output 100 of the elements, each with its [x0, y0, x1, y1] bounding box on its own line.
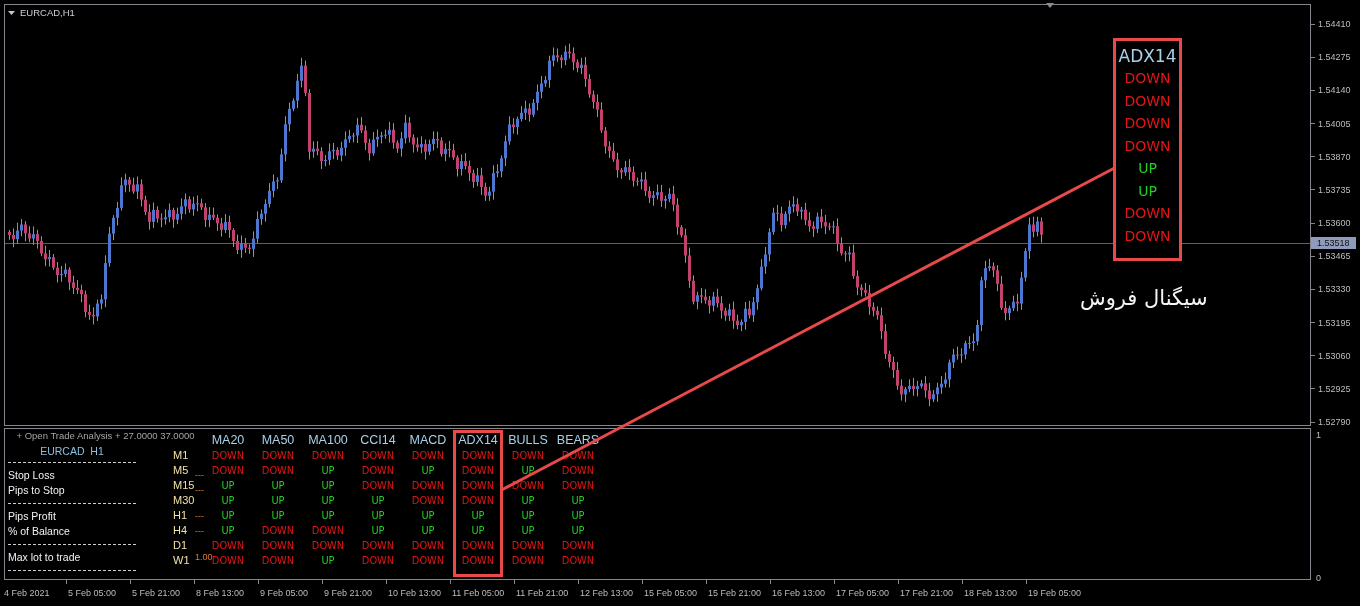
- timeframe-label: M30: [173, 494, 195, 507]
- signal-cell: DOWN: [261, 464, 295, 477]
- signal-cell: DOWN: [261, 539, 295, 552]
- signal-cell: DOWN: [411, 554, 445, 567]
- signal-value: DOWN: [1124, 204, 1171, 223]
- signal-cell: DOWN: [411, 539, 445, 552]
- signal-cell: DOWN: [461, 554, 495, 567]
- field-label: Stop Loss: [8, 469, 55, 482]
- signal-cell: DOWN: [361, 479, 395, 492]
- signal-value: DOWN: [1124, 226, 1171, 246]
- signal-value: DOWN: [1124, 69, 1171, 88]
- signal-cell: DOWN: [561, 464, 595, 477]
- signal-cell: DOWN: [311, 524, 345, 537]
- signal-cell: DOWN: [461, 449, 495, 462]
- signal-cell: UP: [471, 524, 485, 537]
- signal-caption: سیگنال فروش: [1080, 285, 1208, 312]
- time-axis-label: 15 Feb 05:00: [644, 587, 698, 599]
- signal-cell: DOWN: [361, 464, 395, 477]
- signal-cell: DOWN: [511, 539, 545, 552]
- signal-cell: DOWN: [361, 554, 395, 567]
- timeframe-label: D1: [173, 539, 188, 552]
- field-label: % of Balance: [8, 525, 70, 538]
- time-axis-label: 8 Feb 13:00: [196, 587, 245, 599]
- signal-cell: DOWN: [211, 539, 245, 552]
- time-axis-label: 15 Feb 21:00: [708, 587, 762, 599]
- signal-cell: DOWN: [411, 479, 445, 492]
- signal-cell: UP: [421, 464, 435, 477]
- column-header: MA20: [211, 433, 245, 447]
- price-axis-label: 1.53735: [1318, 183, 1351, 196]
- signal-cell: UP: [271, 494, 285, 507]
- signal-cell: UP: [521, 524, 535, 537]
- signal-cell: DOWN: [211, 464, 245, 477]
- signal-value: DOWN: [1124, 114, 1171, 133]
- time-axis-label: 4 Feb 2021: [4, 587, 50, 599]
- signal-cell: DOWN: [261, 449, 295, 462]
- current-price-label: 1.53518: [1311, 237, 1356, 250]
- signal-cell: UP: [521, 494, 535, 507]
- timeframe-label: H4: [173, 524, 188, 537]
- signal-cell: UP: [521, 464, 535, 477]
- column-header: MACD: [409, 433, 447, 447]
- signal-cell: UP: [321, 479, 335, 492]
- signal-cell: DOWN: [511, 449, 545, 462]
- field-label: Pips Profit: [8, 510, 56, 523]
- time-axis-label: 10 Feb 13:00: [388, 587, 442, 599]
- time-axis-label: 17 Feb 21:00: [900, 587, 954, 599]
- timeframe-label: H1: [173, 509, 188, 522]
- indicator-axis-label: 1: [1316, 429, 1321, 441]
- column-header: BULLS: [508, 433, 548, 447]
- signal-cell: UP: [321, 554, 335, 567]
- signal-cell: UP: [221, 494, 235, 507]
- signal-cell: UP: [221, 479, 235, 492]
- timeframe-label: M1: [173, 449, 189, 462]
- signal-value: UP: [1138, 181, 1157, 201]
- signal-cell: DOWN: [411, 449, 445, 462]
- signal-cell: UP: [571, 509, 585, 522]
- signal-cell: DOWN: [561, 479, 595, 492]
- timeframe-label: M5: [173, 464, 189, 477]
- time-axis-label: 9 Feb 21:00: [324, 587, 373, 599]
- signal-cell: DOWN: [261, 524, 295, 537]
- signal-cell: DOWN: [261, 554, 295, 567]
- signal-cell: DOWN: [461, 464, 495, 477]
- time-axis-label: 11 Feb 21:00: [516, 587, 569, 599]
- signal-cell: UP: [571, 494, 585, 507]
- signal-cell: UP: [421, 524, 435, 537]
- signal-cell: DOWN: [211, 449, 245, 462]
- price-axis-label: 1.54275: [1318, 51, 1351, 64]
- signal-cell: UP: [371, 494, 385, 507]
- time-axis-label: 12 Feb 13:00: [580, 587, 634, 599]
- price-axis-label: 1.53870: [1318, 150, 1351, 163]
- field-value: ---: [195, 511, 204, 522]
- signal-cell: DOWN: [461, 479, 495, 492]
- signal-cell: DOWN: [311, 539, 345, 552]
- timeframe-label: M15: [173, 479, 195, 492]
- time-axis-label: 19 Feb 05:00: [1028, 587, 1082, 599]
- panel-title: + Open Trade Analysis + 27.0000 37.0000: [16, 430, 195, 442]
- signal-cell: UP: [321, 509, 335, 522]
- signal-cell: DOWN: [561, 554, 595, 567]
- signal-cell: DOWN: [511, 479, 545, 492]
- signal-cell: UP: [521, 509, 535, 522]
- field-value: ---: [195, 485, 204, 496]
- signal-cell: UP: [371, 509, 385, 522]
- signal-cell: UP: [271, 479, 285, 492]
- indicator-axis-label: 0: [1316, 572, 1321, 584]
- time-axis-label: 17 Feb 05:00: [836, 587, 890, 599]
- time-axis-label: 5 Feb 05:00: [68, 587, 117, 599]
- signal-cell: UP: [321, 464, 335, 477]
- signal-value: UP: [1138, 159, 1157, 178]
- time-axis-label: 9 Feb 05:00: [260, 587, 309, 599]
- price-axis-label: 1.52790: [1318, 416, 1351, 428]
- price-axis-label: 1.53600: [1318, 217, 1351, 229]
- signal-cell: UP: [471, 509, 485, 522]
- price-axis-label: 1.53330: [1318, 283, 1351, 296]
- signal-cell: DOWN: [361, 449, 395, 462]
- symbol-label: EURCAD H1: [39, 445, 105, 457]
- signal-cell: DOWN: [361, 539, 395, 552]
- column-header: CCI14: [360, 433, 396, 447]
- field-value: 1.00: [195, 552, 213, 562]
- signal-cell: UP: [221, 524, 235, 537]
- chart-title: EURCAD,H1: [20, 7, 75, 19]
- time-axis-label: 16 Feb 13:00: [772, 587, 826, 599]
